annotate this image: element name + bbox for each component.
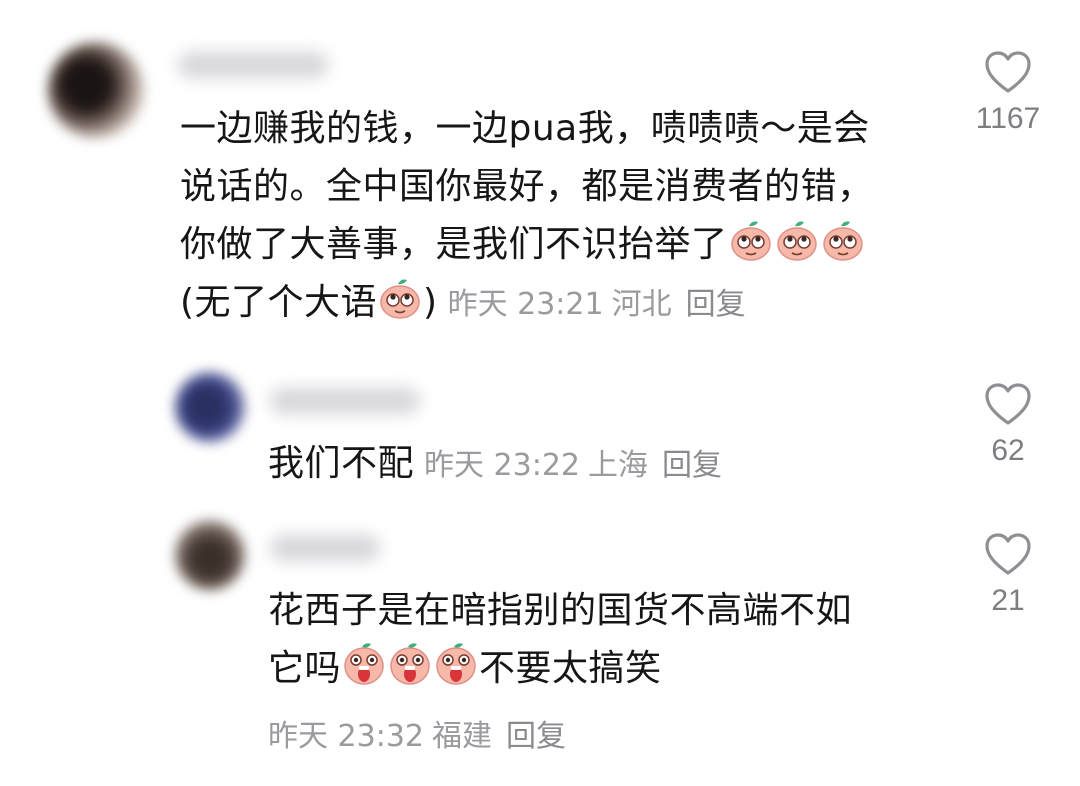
- eye-roll-emoji: [729, 218, 773, 262]
- avatar[interactable]: [175, 372, 245, 442]
- timestamp: 昨天 23:22: [424, 448, 581, 483]
- comment-line: 一边赚我的钱，一边pua我，啧啧啧～是会: [180, 108, 870, 149]
- location: 河北: [611, 287, 672, 322]
- reply-button[interactable]: 回复: [662, 448, 722, 483]
- heart-outline-icon[interactable]: [984, 382, 1032, 426]
- comment-line-text: 不要太搞笑: [479, 648, 662, 689]
- location: 福建: [432, 719, 492, 754]
- avatar[interactable]: [175, 520, 245, 590]
- comment-line-text: (无了个大语: [180, 282, 378, 323]
- comment-line: 它吗 不要太搞笑: [268, 640, 948, 698]
- reply-button[interactable]: 回复: [686, 287, 746, 322]
- timestamp: 昨天 23:21: [447, 287, 604, 322]
- like-button[interactable]: 1167: [953, 50, 1063, 136]
- crying-emoji: [388, 642, 432, 686]
- like-count: 62: [991, 434, 1025, 467]
- eye-roll-emoji: [821, 218, 865, 262]
- heart-outline-icon[interactable]: [984, 532, 1032, 576]
- comment-text: 我们不配 昨天 23:22 上海 回复: [268, 435, 948, 495]
- like-button[interactable]: 62: [953, 382, 1063, 468]
- comment-line-text: 我们不配: [268, 443, 415, 484]
- comment-line-text: 它吗: [268, 648, 342, 689]
- username-blurred[interactable]: [270, 535, 380, 561]
- comment-line: (无了个大语) 昨天 23:21 河北 回复: [180, 274, 960, 334]
- eye-roll-emoji: [378, 276, 422, 320]
- comment-meta: 昨天 23:22 上海 回复: [414, 448, 722, 483]
- username-blurred[interactable]: [178, 52, 328, 78]
- eye-roll-emoji: [775, 218, 819, 262]
- comment-line: 说话的。全中国你最好，都是消费者的错，: [180, 166, 874, 207]
- location: 上海: [588, 448, 649, 483]
- comment-text: 花西子是在暗指别的国货不高端不如 它吗 不要太搞笑 昨天 23:32 福建 回复: [268, 582, 948, 766]
- timestamp: 昨天 23:32: [268, 719, 424, 754]
- avatar[interactable]: [48, 42, 144, 138]
- username-blurred[interactable]: [270, 388, 420, 414]
- crying-emoji: [434, 642, 478, 686]
- comment-meta: 昨天 23:32 福建 回复: [268, 708, 948, 766]
- like-count: 21: [991, 584, 1025, 617]
- heart-outline-icon[interactable]: [984, 50, 1032, 94]
- comment-line-text: ): [423, 282, 438, 323]
- comment-line: 花西子是在暗指别的国货不高端不如: [268, 590, 853, 631]
- reply-button[interactable]: 回复: [506, 719, 566, 754]
- comment-line: 你做了大善事，是我们不识抬举了: [180, 216, 960, 274]
- like-count: 1167: [975, 102, 1041, 135]
- comment-line: 我们不配 昨天 23:22 上海 回复: [268, 435, 948, 495]
- like-button[interactable]: 21: [953, 532, 1063, 618]
- comment-line-text: 你做了大善事，是我们不识抬举了: [180, 224, 728, 265]
- crying-emoji: [342, 642, 386, 686]
- comment-meta: 昨天 23:21 河北 回复: [438, 287, 746, 322]
- comment-text: 一边赚我的钱，一边pua我，啧啧啧～是会 说话的。全中国你最好，都是消费者的错，…: [180, 100, 960, 334]
